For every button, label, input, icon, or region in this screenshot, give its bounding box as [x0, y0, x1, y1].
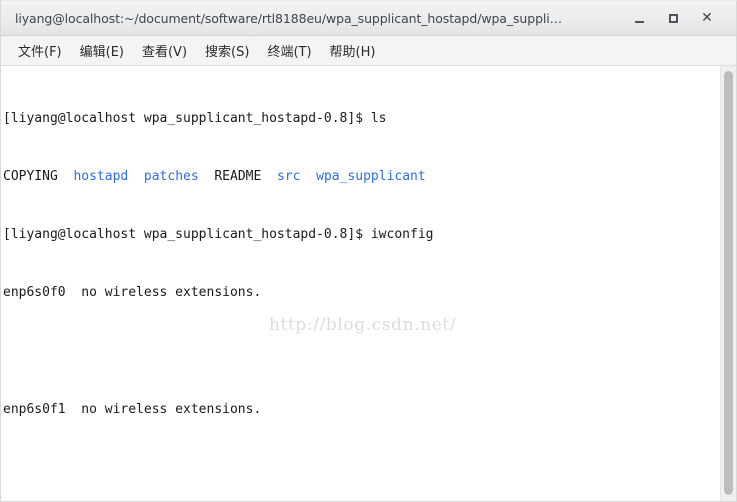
- menu-item-help[interactable]: 帮助(H): [321, 39, 385, 62]
- menu-bar: 文件(F) 编辑(E) 查看(V) 搜索(S) 终端(T) 帮助(H): [0, 36, 737, 66]
- terminal-output[interactable]: [liyang@localhost wpa_supplicant_hostapd…: [1, 66, 720, 501]
- menu-item-file[interactable]: 文件(F): [9, 39, 71, 62]
- ls-entry-src: src: [276, 169, 301, 185]
- terminal-line-enp6s0f1: enp6s0f1 no wireless extensions.: [3, 401, 262, 417]
- maximize-icon: [668, 13, 678, 23]
- terminal-area: http://blog.csdn.net/ [liyang@localhost …: [0, 66, 737, 502]
- minimize-icon: [634, 21, 644, 23]
- close-button[interactable]: ✕: [690, 4, 724, 32]
- window-title: liyang@localhost:~/document/software/rtl…: [15, 10, 563, 26]
- ls-entry-wpa-supplicant: wpa_supplicant: [316, 169, 426, 185]
- minimize-button[interactable]: [622, 4, 656, 32]
- terminal-line-blank-1: [3, 342, 720, 361]
- terminal-line-command-iwconfig: [liyang@localhost wpa_supplicant_hostapd…: [3, 227, 434, 243]
- ls-entry-readme: README: [198, 169, 277, 185]
- scrollbar-thumb[interactable]: [724, 71, 733, 495]
- menu-item-edit[interactable]: 编辑(E): [71, 39, 133, 62]
- ls-entry-copying: COPYING: [3, 169, 74, 185]
- terminal-line-enp6s0f0: enp6s0f0 no wireless extensions.: [3, 285, 262, 301]
- ls-gap-1: [128, 169, 144, 184]
- terminal-window: liyang@localhost:~/document/software/rtl…: [0, 0, 737, 502]
- window-controls: ✕: [622, 4, 736, 32]
- ls-entry-hostapd: hostapd: [73, 169, 129, 185]
- terminal-line-ls-output: COPYING hostapd patches README src wpa_s…: [3, 167, 720, 186]
- terminal-scrollbar[interactable]: [720, 66, 736, 501]
- menu-item-search[interactable]: 搜索(S): [196, 39, 258, 62]
- title-bar[interactable]: liyang@localhost:~/document/software/rtl…: [0, 0, 737, 36]
- menu-item-terminal[interactable]: 终端(T): [258, 39, 320, 62]
- menu-item-view[interactable]: 查看(V): [133, 39, 196, 62]
- terminal-line-command-ls: [liyang@localhost wpa_supplicant_hostapd…: [3, 110, 387, 126]
- ls-entry-patches: patches: [143, 169, 199, 185]
- terminal-line-blank-2: [3, 458, 720, 477]
- close-icon: ✕: [701, 10, 713, 26]
- maximize-button[interactable]: [656, 4, 690, 32]
- ls-gap-2: [300, 169, 316, 184]
